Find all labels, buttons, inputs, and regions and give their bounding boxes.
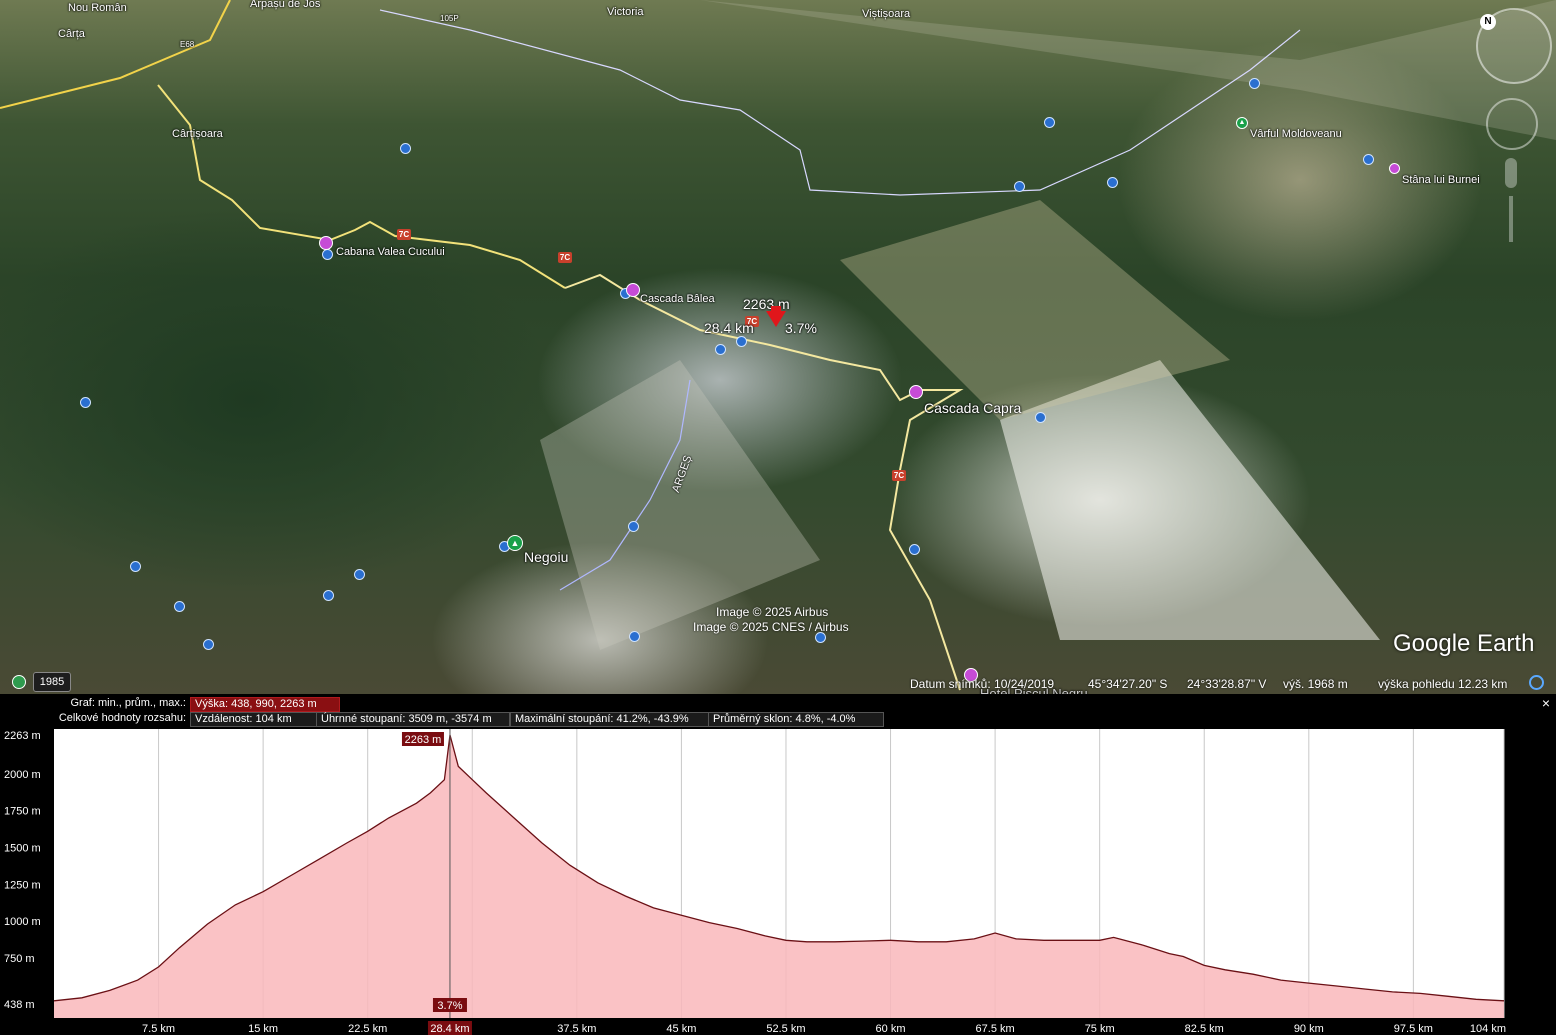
height-stat-cell[interactable]: Výška: 438, 990, 2263 m (190, 697, 340, 712)
poi-icon[interactable] (1035, 412, 1046, 423)
zoom-slider[interactable] (1509, 196, 1513, 242)
google-earth-logo: Google Earth (1393, 630, 1535, 657)
x-tick-label: 104 km (1470, 1023, 1506, 1035)
map-view[interactable]: Nou Român Arpașu de Jos Victoria Viștișo… (0, 0, 1556, 694)
poi-icon[interactable] (203, 639, 214, 650)
cursor-elev-label: 2263 m (405, 734, 442, 746)
y-tick-label: 1250 m (4, 879, 41, 891)
poi-icon[interactable] (400, 143, 411, 154)
y-tick-label: 2263 m (4, 730, 41, 742)
poi-icon[interactable] (736, 336, 747, 347)
street-view-person-icon[interactable] (1505, 158, 1517, 188)
look-joystick[interactable] (1486, 98, 1538, 150)
elevation-profile-chart[interactable]: 438 m 750 m 1000 m 1250 m 1500 m 1750 m 2000 m… (0, 712, 1556, 1035)
north-icon[interactable]: N (1480, 14, 1496, 30)
y-tick-label: 1750 m (4, 806, 41, 818)
x-tick-label: 15 km (248, 1023, 278, 1035)
poi-icon[interactable] (322, 249, 333, 260)
poi-icon[interactable] (1014, 181, 1025, 192)
poi-icon[interactable] (174, 601, 185, 612)
x-tick-label: 67.5 km (976, 1023, 1015, 1035)
road-label: E68 (180, 40, 195, 49)
y-tick-label: 1500 m (4, 842, 41, 854)
place-label: Arpașu de Jos (250, 0, 321, 10)
place-label: Negoiu (524, 549, 569, 565)
camera-icon[interactable] (626, 283, 640, 297)
peak-icon[interactable]: ▲ (1236, 117, 1248, 129)
camera-icon[interactable] (1389, 163, 1400, 174)
x-tick-label: 52.5 km (766, 1023, 805, 1035)
x-tick-label: 7.5 km (142, 1023, 175, 1035)
poi-icon[interactable] (909, 544, 920, 555)
poi-icon[interactable] (130, 561, 141, 572)
poi-icon[interactable] (715, 344, 726, 355)
streaming-icon (1529, 675, 1544, 690)
county-border (379, 9, 1301, 196)
cursor-grade-label: 3.7% (437, 1000, 462, 1012)
imagery-date: Datum snímků: 10/24/2019 (910, 677, 1055, 691)
row-key: Graf: min., prům., max.: (70, 697, 186, 709)
poi-icon[interactable] (354, 569, 365, 580)
imagery-credit: Image © 2025 CNES / Airbus (693, 620, 849, 634)
place-label: Viștișoara (862, 8, 911, 20)
y-tick-label: 438 m (4, 999, 35, 1011)
elevation: výš. 1968 m (1283, 677, 1348, 691)
x-tick-label: 37.5 km (557, 1023, 596, 1035)
place-label: Cascada Bâlea (640, 293, 715, 305)
road-label: 105P (440, 14, 459, 23)
x-tick-label: 75 km (1085, 1023, 1115, 1035)
historical-imagery-clock-icon[interactable] (12, 675, 26, 689)
place-label: Cârțișoara (172, 128, 223, 140)
road-shield: 7C (397, 229, 411, 240)
place-label: Nou Român (68, 2, 127, 14)
poi-icon[interactable] (323, 590, 334, 601)
y-tick-label: 2000 m (4, 769, 41, 781)
poi-icon[interactable] (1044, 117, 1055, 128)
poi-icon[interactable] (80, 397, 91, 408)
cursor-distance-label: 28.4 km (430, 1023, 469, 1035)
x-tick-label: 82.5 km (1185, 1023, 1224, 1035)
road-e68 (0, 0, 231, 109)
poi-icon[interactable] (1249, 78, 1260, 89)
place-label: Vârful Moldoveanu (1250, 128, 1342, 140)
hotel-icon[interactable] (319, 236, 333, 250)
y-tick-label: 750 m (4, 953, 35, 965)
poi-icon[interactable] (629, 631, 640, 642)
imagery-credit: Image © 2025 Airbus (716, 605, 829, 619)
summary-row-graph: Graf: min., prům., max.: Výška: 438, 990… (0, 697, 1556, 712)
place-label: Cabana Valea Cucului (336, 246, 445, 258)
marker-grade: 3.7% (785, 320, 817, 336)
position-marker-arrow-icon (766, 311, 786, 327)
map-overlay (0, 0, 1556, 691)
x-tick-label: 90 km (1294, 1023, 1324, 1035)
x-tick-label: 97.5 km (1394, 1023, 1433, 1035)
x-tick-label: 22.5 km (348, 1023, 387, 1035)
place-label: Stâna lui Burnei (1402, 174, 1480, 186)
place-label: Cârța (58, 28, 85, 40)
place-label: Victoria (607, 6, 644, 18)
place-label: Cascada Capra (924, 400, 1022, 416)
road-shield: 7C (558, 252, 572, 263)
poi-icon[interactable] (1107, 177, 1118, 188)
camera-icon[interactable] (909, 385, 923, 399)
latitude: 45°34'27.20" S (1088, 677, 1168, 691)
marker-elevation: 2263 m (743, 296, 790, 312)
x-tick-label: 60 km (876, 1023, 906, 1035)
y-tick-label: 1000 m (4, 916, 41, 928)
historical-year-button[interactable]: 1985 (33, 672, 71, 692)
eye-altitude: výška pohledu 12.23 km (1378, 677, 1508, 691)
poi-icon[interactable] (1363, 154, 1374, 165)
road-shield: 7C (892, 470, 906, 481)
peak-icon[interactable]: ▲ (507, 535, 523, 551)
longitude: 24°33'28.87" V (1187, 677, 1267, 691)
marker-distance: 28.4 km (704, 320, 754, 336)
x-tick-label: 45 km (666, 1023, 696, 1035)
poi-icon[interactable] (628, 521, 639, 532)
